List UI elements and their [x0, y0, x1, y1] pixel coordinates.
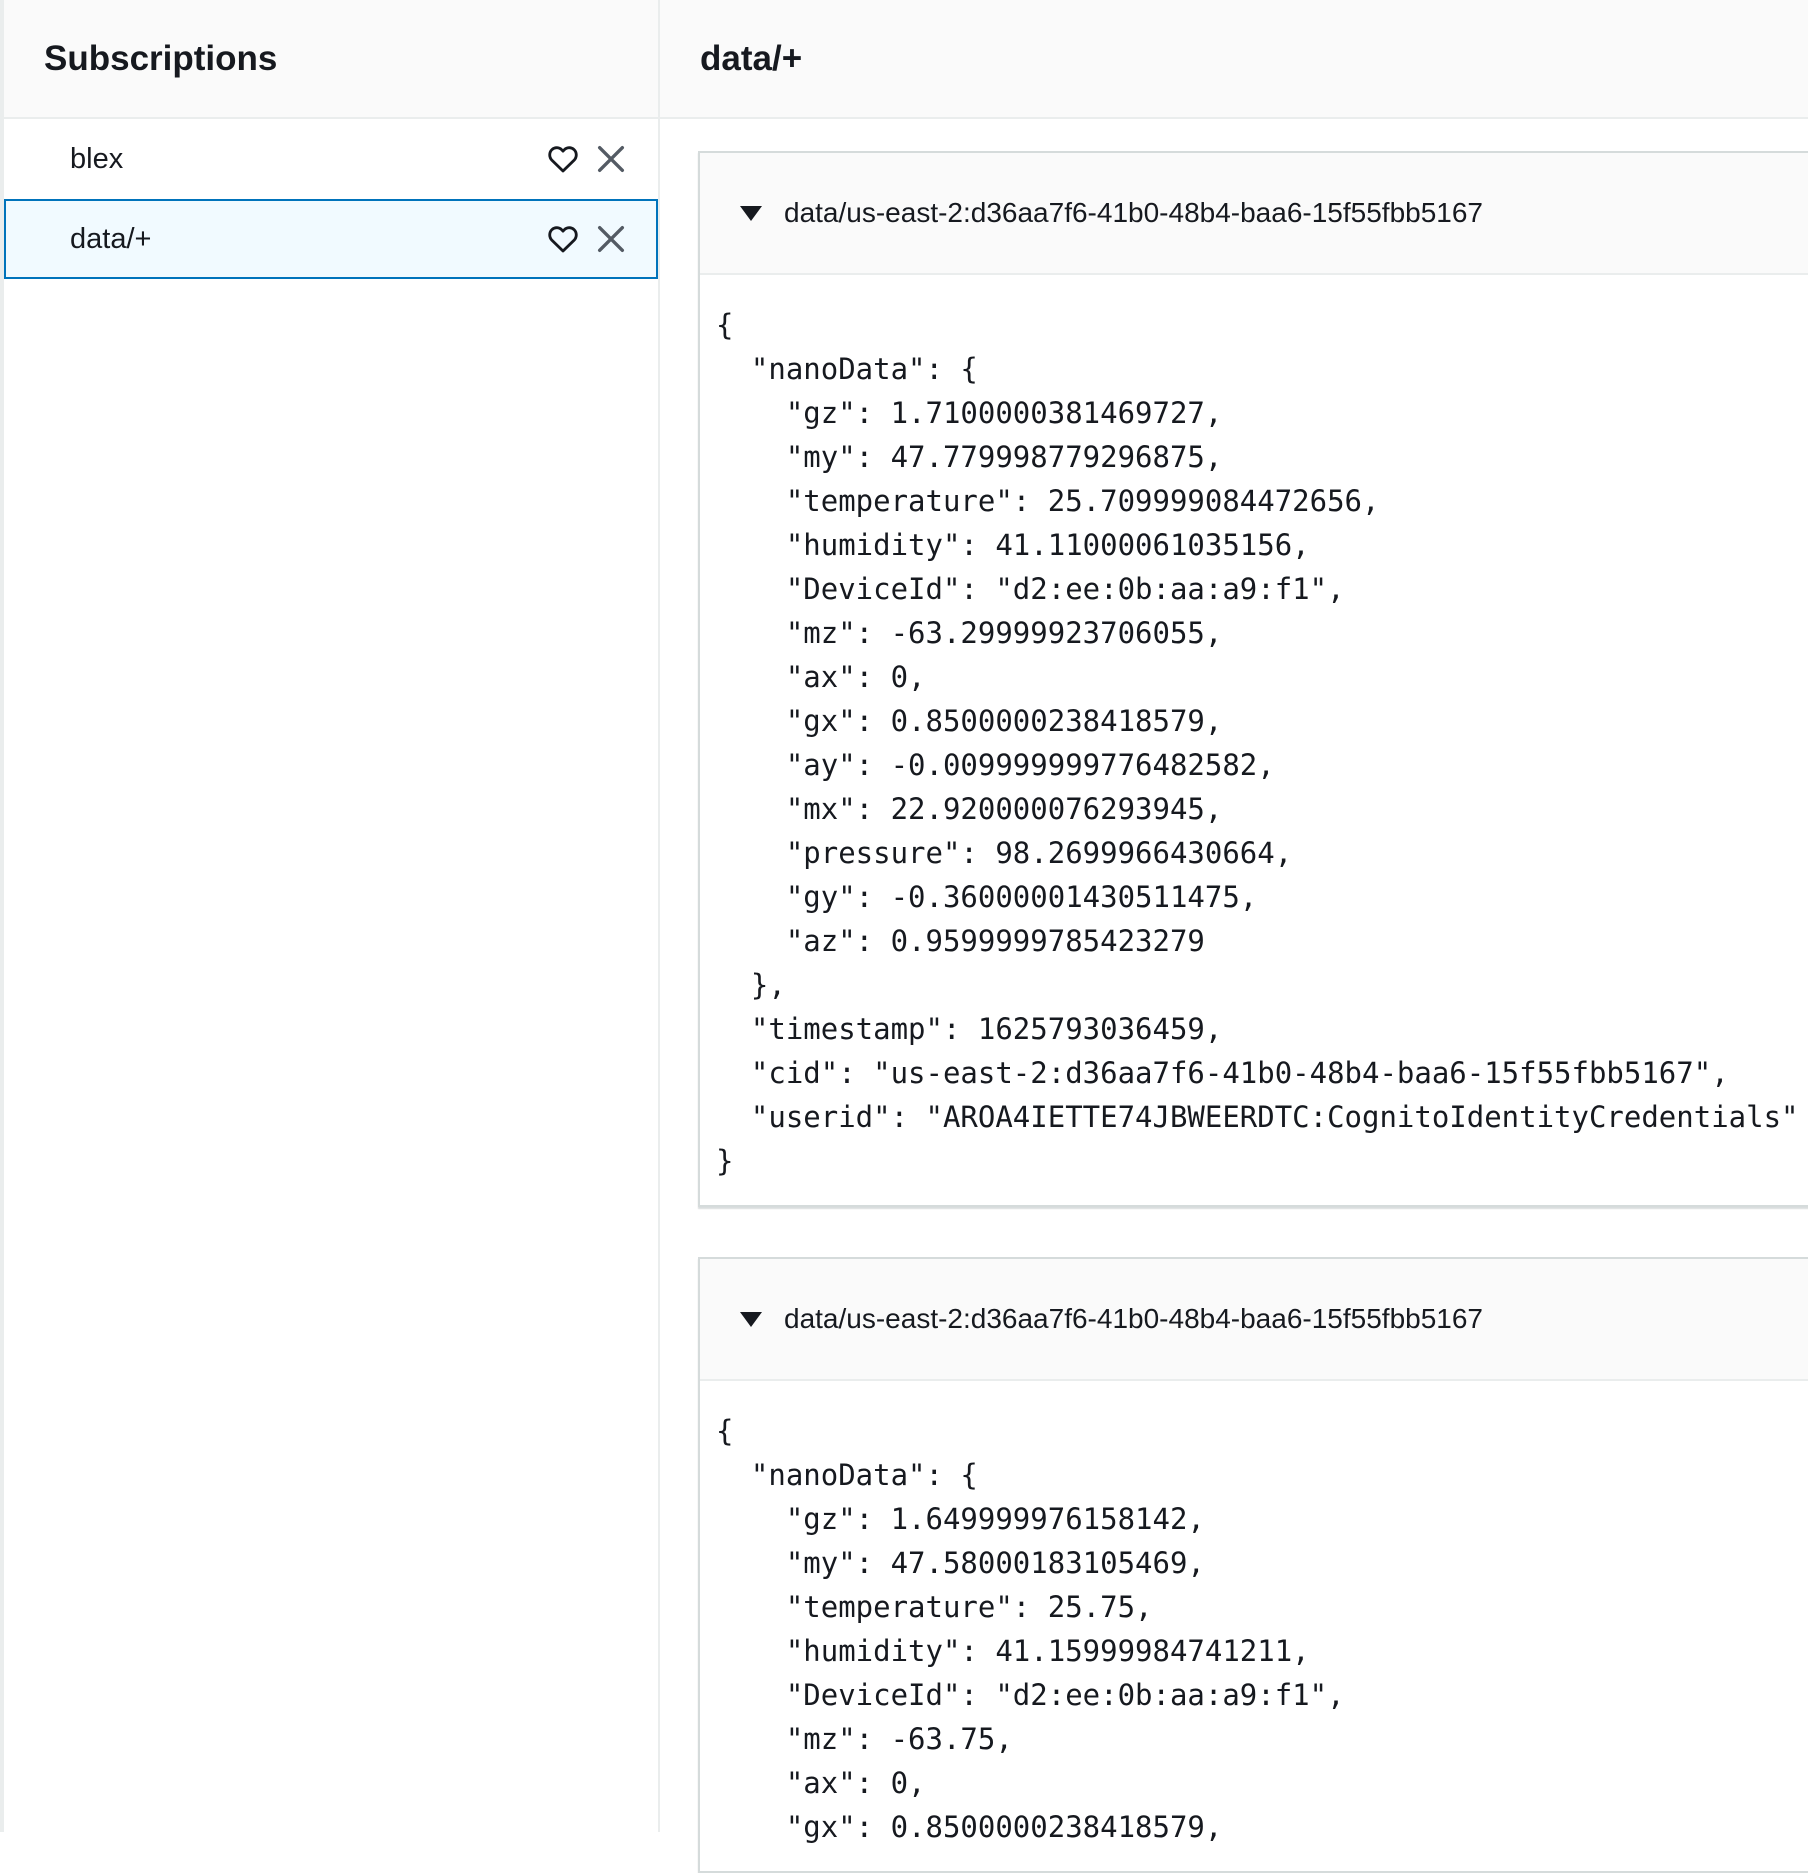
close-icon[interactable] — [594, 142, 628, 176]
close-icon[interactable] — [594, 222, 628, 256]
subscription-actions — [546, 222, 628, 256]
subscription-label: data/+ — [70, 222, 152, 255]
message-card: data/us-east-2:d36aa7f6-41b0-48b4-baa6-1… — [698, 1257, 1808, 1873]
subscriptions-title: Subscriptions — [44, 38, 278, 78]
message-list[interactable]: data/us-east-2:d36aa7f6-41b0-48b4-baa6-1… — [660, 119, 1808, 1873]
message-header[interactable]: data/us-east-2:d36aa7f6-41b0-48b4-baa6-1… — [700, 153, 1808, 275]
subscription-item-data[interactable]: data/+ — [4, 199, 658, 279]
topic-title: data/+ — [700, 38, 803, 78]
subscription-actions — [546, 142, 628, 176]
subscription-label: blex — [70, 142, 124, 175]
subscription-item-blex[interactable]: blex — [4, 119, 658, 199]
caret-down-icon[interactable] — [740, 1311, 762, 1327]
message-topic: data/us-east-2:d36aa7f6-41b0-48b4-baa6-1… — [784, 197, 1484, 228]
message-topic: data/us-east-2:d36aa7f6-41b0-48b4-baa6-1… — [784, 1303, 1484, 1334]
subscription-list: blex data/+ — [4, 119, 658, 279]
message-payload: { "nanoData": { "gz": 1.649999976158142,… — [716, 1414, 1345, 1844]
subscriptions-panel: Subscriptions blex data/+ — [4, 0, 660, 1832]
heart-icon[interactable] — [546, 222, 580, 256]
message-card: data/us-east-2:d36aa7f6-41b0-48b4-baa6-1… — [698, 151, 1808, 1207]
heart-icon[interactable] — [546, 142, 580, 176]
message-payload: { "nanoData": { "gz": 1.7100000381469727… — [716, 308, 1799, 1178]
messages-panel: data/+ data/us-east-2:d36aa7f6-41b0-48b4… — [660, 0, 1808, 1873]
caret-down-icon[interactable] — [740, 205, 762, 221]
message-header[interactable]: data/us-east-2:d36aa7f6-41b0-48b4-baa6-1… — [700, 1259, 1808, 1381]
subscriptions-header: Subscriptions — [4, 0, 658, 119]
topic-header: data/+ — [660, 0, 1808, 119]
